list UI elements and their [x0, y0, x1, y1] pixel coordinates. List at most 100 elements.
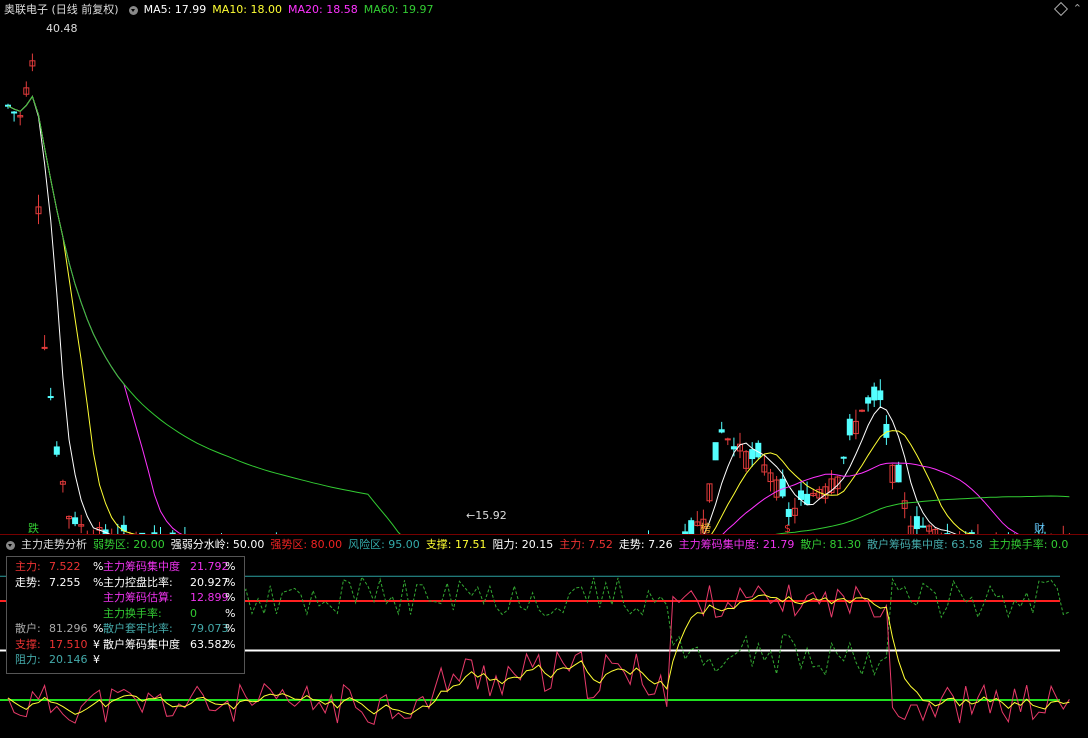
indicator-value-9: 散户: 81.30 [800, 538, 862, 551]
candlestick-series [5, 53, 1070, 535]
candle [712, 442, 719, 461]
chart-title-bar: 奥联电子 (日线 前复权) MA5: 17.99 MA10: 18.00 MA2… [0, 0, 1088, 20]
candle [120, 515, 127, 535]
candle [895, 461, 902, 483]
candle [29, 53, 36, 72]
indicator-value-8: 主力筹码集中度: 21.79 [678, 538, 795, 551]
low-price-label: ←15.92 [466, 509, 507, 522]
info-cell: 7.522 [49, 560, 81, 573]
candle [78, 514, 85, 534]
candle [724, 437, 731, 446]
info-cell: 7.255 [49, 575, 81, 589]
candle [840, 456, 847, 465]
candle [920, 517, 926, 528]
indicator-value-2: 强势区: 80.00 [270, 538, 343, 551]
candle [47, 387, 54, 401]
candle [72, 511, 79, 527]
candle [53, 441, 60, 457]
price-chart[interactable]: 40.48 ←15.92 跌 榜 $ 财 [0, 20, 1088, 535]
indicator-value-4: 支撑: 17.51 [425, 538, 487, 551]
candle [41, 335, 48, 351]
info-cell: % [225, 622, 236, 635]
candle [743, 449, 750, 472]
indicator-title-bar: 主力走势分析 弱势区: 20.00 强弱分水岭: 50.00 强势区: 80.00 风… [0, 535, 1088, 555]
candle [913, 506, 920, 535]
candle [59, 479, 66, 493]
indicator-value-1: 强弱分水岭: 50.00 [170, 538, 265, 551]
info-cell: 主力控盘比率: [103, 575, 173, 589]
indicator-name[interactable]: 主力走势分析 [21, 535, 87, 555]
indicator-value-10: 散户筹码集中度: 63.58 [867, 538, 983, 551]
indicator-value-6: 主力: 7.52 [559, 538, 613, 551]
info-cell: 主力换手率: [103, 606, 162, 620]
info-cell: % [93, 575, 104, 589]
info-cell: 20.927 [190, 575, 229, 589]
candle [749, 442, 756, 467]
info-cell: 阻力: [15, 653, 41, 666]
candle [761, 454, 768, 476]
info-cell: % [225, 560, 236, 573]
indicator-value-3: 风险区: 95.00 [348, 538, 420, 551]
candle [877, 379, 884, 408]
ma10-line [7, 95, 982, 535]
candle [688, 517, 695, 535]
candle [706, 483, 713, 503]
candle [871, 382, 878, 408]
info-cell: % [93, 560, 104, 573]
indicator-value-5: 阻力: 20.15 [492, 538, 554, 551]
ma20-label: MA20: 18.58 [288, 3, 358, 16]
ma60-label: MA60: 19.97 [363, 3, 434, 16]
candle [773, 475, 780, 501]
up-arrow-icon[interactable]: ⌃ [1073, 2, 1082, 15]
candle [23, 81, 30, 97]
info-cell: 81.296 [49, 622, 88, 635]
info-cell: 散户: [15, 622, 41, 635]
candle [718, 421, 725, 434]
info-cell: ¥ [93, 637, 100, 651]
info-cell: 散户筹码集中度 [103, 637, 180, 651]
candle [11, 110, 18, 122]
candle [17, 111, 24, 126]
indicator-value-7: 走势: 7.26 [618, 538, 673, 551]
info-cell: 12.899 [190, 591, 229, 604]
info-cell: 63.582 [190, 637, 229, 651]
info-cell: 散户套牢比率: [103, 622, 173, 635]
candle [852, 409, 859, 440]
info-cell: % [225, 575, 236, 589]
ma20-line [7, 95, 1021, 535]
event-marker-finance[interactable]: 财 [1034, 521, 1045, 535]
candle [907, 515, 914, 535]
info-cell: 主力筹码集中度 [103, 560, 180, 573]
indicator-info-panel: 主力: 7.522% 主力筹码集中度 21.792% 走势: 7.255% 主力控盘比率: 2… [6, 556, 245, 674]
moving-average-lines [7, 95, 1070, 535]
chevron-down-icon[interactable] [128, 5, 138, 15]
ma10-label: MA10: 18.00 [212, 3, 283, 16]
ma5-label: MA5: 17.99 [143, 3, 207, 16]
indicator-value-11: 主力换手率: 0.0 [988, 538, 1069, 551]
info-cell: ¥ [93, 653, 100, 666]
stock-title[interactable]: 奥联电子 (日线 前复权) [4, 0, 119, 20]
info-cell: 0 [190, 606, 197, 620]
candle [883, 415, 890, 445]
event-marker-rank[interactable]: 榜 [700, 521, 711, 535]
info-cell: % [225, 637, 236, 651]
candle [791, 497, 798, 524]
info-cell: 走势: [15, 575, 41, 589]
candle [889, 464, 896, 490]
info-cell: 79.073 [190, 622, 229, 635]
info-cell: 17.510 [49, 637, 88, 651]
chevron-down-icon[interactable] [6, 540, 15, 550]
indicator-value-0: 弱势区: 20.00 [93, 538, 165, 551]
candle [66, 515, 72, 529]
info-cell: 主力: [15, 560, 41, 573]
candle [846, 414, 853, 441]
info-cell: % [93, 622, 104, 635]
candle [35, 194, 42, 225]
info-cell: % [225, 606, 236, 620]
info-cell: 20.146 [49, 653, 88, 666]
high-price-label: 40.48 [46, 22, 78, 35]
info-cell: 支撑: [15, 637, 41, 651]
info-cell: % [225, 591, 236, 604]
event-marker-left[interactable]: 跌 [28, 521, 39, 535]
info-cell: 主力筹码估算: [103, 591, 173, 604]
